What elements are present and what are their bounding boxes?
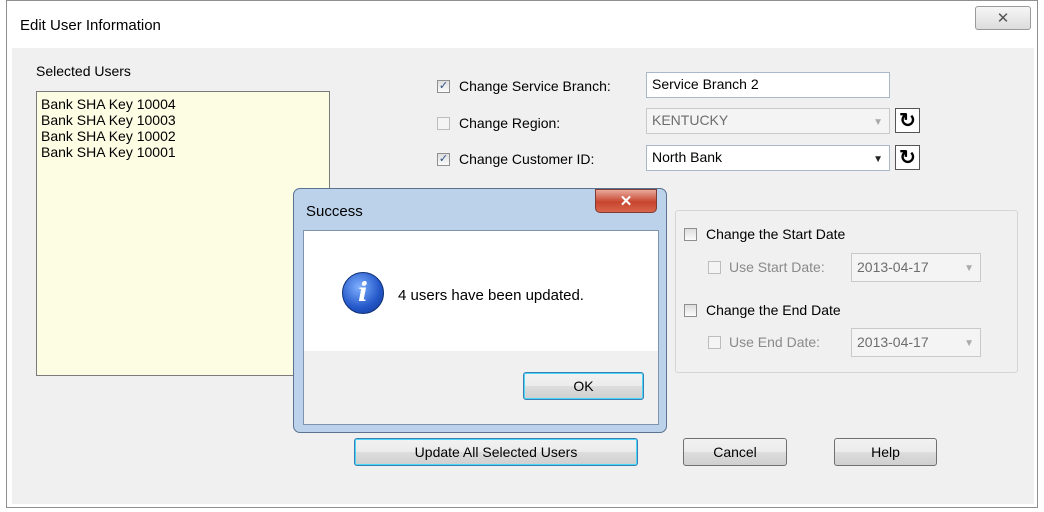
start-date-picker[interactable]: 2013-04-17 ▼ [851, 253, 981, 282]
cancel-button[interactable]: Cancel [683, 438, 787, 466]
region-dropdown[interactable]: KENTUCKY ▼ [646, 108, 890, 134]
customer-id-dropdown[interactable]: North Bank ▼ [646, 145, 890, 171]
help-button[interactable]: Help [834, 438, 937, 466]
change-start-date-label: Change the Start Date [706, 226, 846, 242]
refresh-icon: ↻ [899, 110, 916, 132]
window-close-button[interactable]: ✕ [975, 6, 1031, 30]
change-service-branch-label: Change Service Branch: [459, 78, 611, 94]
dialog-message: 4 users have been updated. [398, 287, 584, 304]
refresh-region-button[interactable]: ↻ [895, 108, 920, 133]
ok-button[interactable]: OK [523, 372, 644, 400]
close-icon: ✕ [619, 193, 633, 210]
use-start-date-checkbox[interactable] [708, 261, 721, 274]
update-all-selected-users-button[interactable]: Update All Selected Users [354, 438, 638, 466]
dialog-close-button[interactable]: ✕ [595, 189, 657, 213]
end-date-value: 2013-04-17 [857, 334, 929, 350]
change-region-label: Change Region: [459, 115, 561, 131]
customer-id-value: North Bank [652, 149, 723, 165]
window-title: Edit User Information [20, 17, 161, 34]
use-end-date-checkbox[interactable] [708, 336, 721, 349]
selected-users-label: Selected Users [36, 63, 131, 79]
list-item[interactable]: Bank SHA Key 10003 [41, 112, 325, 128]
checkmark-icon: ✓ [438, 80, 449, 92]
chevron-down-icon: ▼ [964, 338, 974, 349]
change-service-branch-checkbox[interactable]: ✓ [437, 80, 450, 93]
use-start-date-label: Use Start Date: [729, 259, 825, 275]
change-region-checkbox[interactable] [437, 117, 450, 130]
chevron-down-icon: ▼ [873, 154, 883, 165]
use-end-date-label: Use End Date: [729, 334, 821, 350]
start-date-value: 2013-04-17 [857, 259, 929, 275]
selected-users-list[interactable]: Bank SHA Key 10004 Bank SHA Key 10003 Ba… [36, 91, 330, 376]
change-end-date-checkbox[interactable] [684, 304, 697, 317]
checkmark-icon: ✓ [438, 153, 449, 165]
change-customer-id-checkbox[interactable]: ✓ [437, 153, 450, 166]
chevron-down-icon: ▼ [873, 117, 883, 128]
refresh-icon: ↻ [899, 147, 916, 169]
list-item[interactable]: Bank SHA Key 10002 [41, 128, 325, 144]
change-customer-id-label: Change Customer ID: [459, 151, 595, 167]
change-end-date-label: Change the End Date [706, 302, 841, 318]
list-item[interactable]: Bank SHA Key 10001 [41, 144, 325, 160]
chevron-down-icon: ▼ [964, 263, 974, 274]
refresh-customer-id-button[interactable]: ↻ [895, 145, 920, 170]
list-item[interactable]: Bank SHA Key 10004 [41, 96, 325, 112]
close-icon: ✕ [996, 10, 1010, 27]
region-value: KENTUCKY [652, 112, 729, 128]
change-start-date-checkbox[interactable] [684, 228, 697, 241]
end-date-picker[interactable]: 2013-04-17 ▼ [851, 328, 981, 357]
information-icon: i [342, 272, 384, 314]
dialog-title: Success [306, 203, 363, 220]
service-branch-field[interactable]: Service Branch 2 [646, 72, 890, 98]
information-glyph: i [358, 278, 368, 308]
